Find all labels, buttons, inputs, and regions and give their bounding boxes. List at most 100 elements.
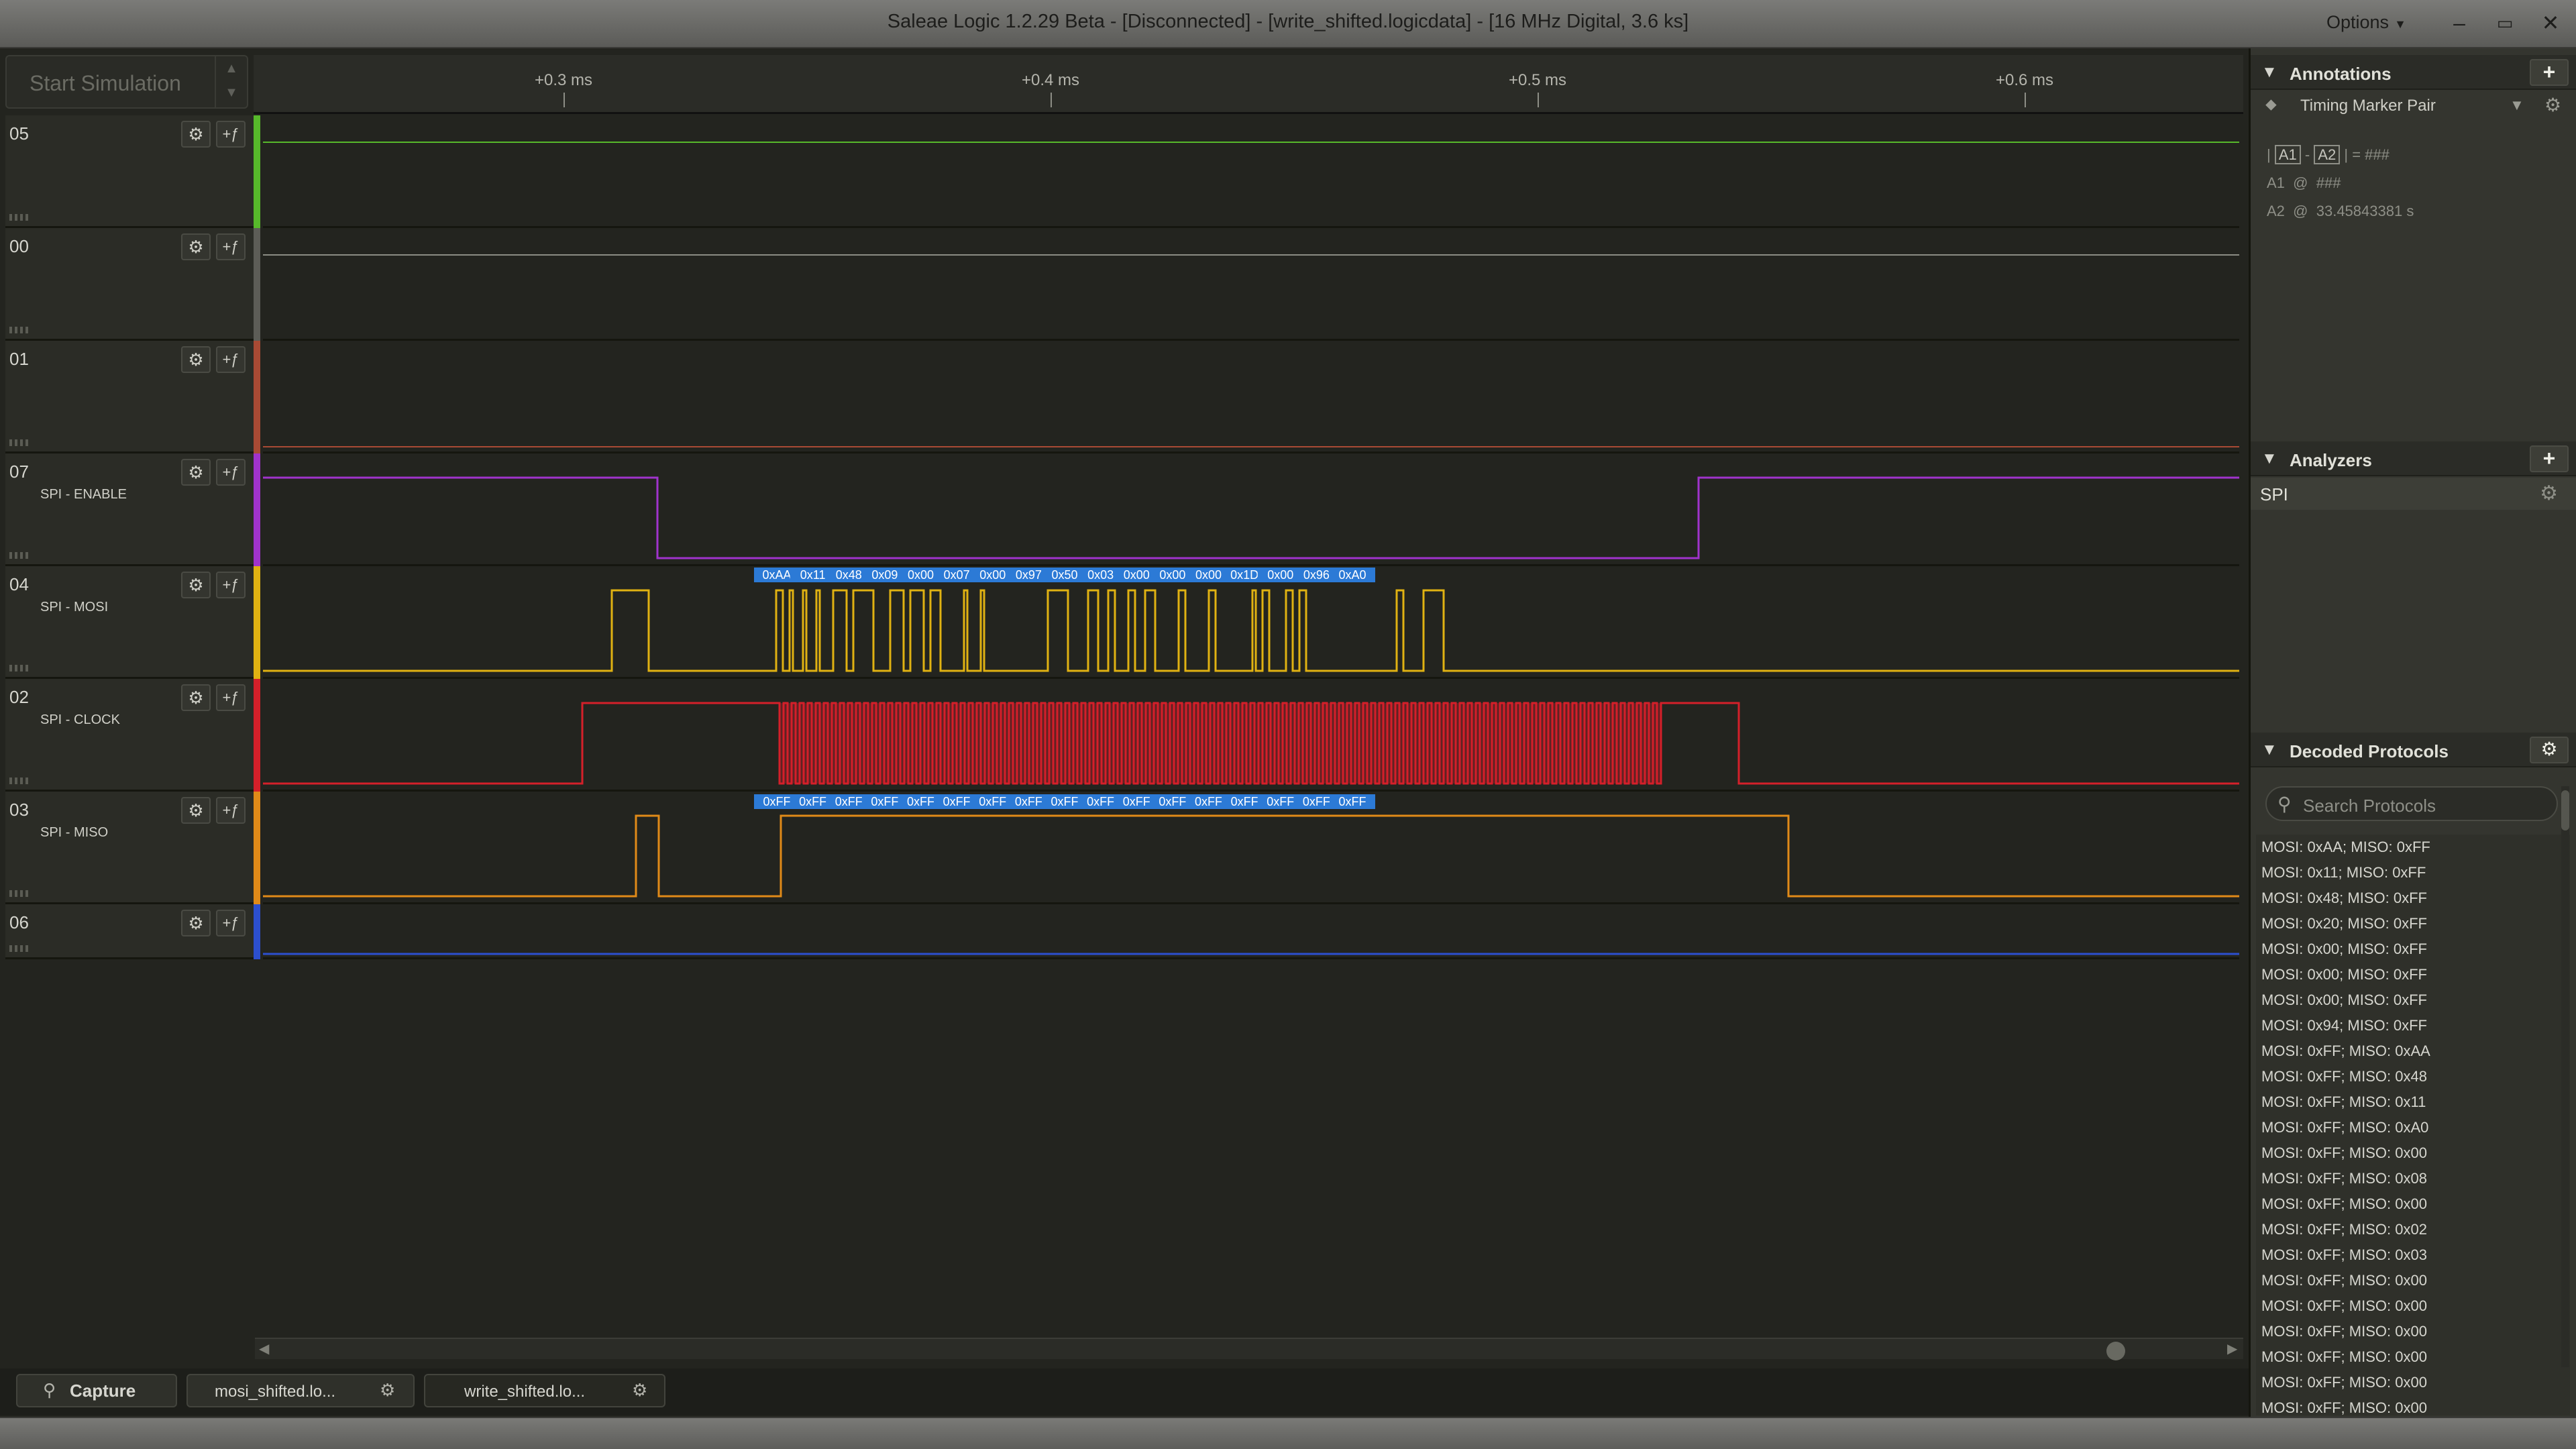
- search-protocols-input[interactable]: ⚲ Search Protocols: [2265, 786, 2558, 821]
- drag-handle-icon[interactable]: [9, 665, 30, 672]
- drag-handle-icon[interactable]: [9, 890, 30, 897]
- add-analyzer-icon[interactable]: +ƒ: [216, 797, 246, 824]
- channel-waveform[interactable]: [263, 228, 2239, 341]
- drag-handle-icon[interactable]: [9, 327, 30, 333]
- channel-label-panel[interactable]: 02 SPI - CLOCK ⚙ +ƒ: [5, 679, 254, 792]
- collapse-icon[interactable]: ▼: [2261, 63, 2277, 82]
- time-ruler[interactable]: +0.3 ms +0.4 ms +0.5 ms +0.6 ms: [254, 55, 2243, 114]
- channel-waveform[interactable]: 0xAA 0x11 0x48 0x09 0x00 0x07 0x00 0x97 0x50 0x03…: [263, 566, 2239, 679]
- scroll-thumb[interactable]: [2561, 790, 2569, 830]
- decoded-protocol-list[interactable]: MOSI: 0xAA; MISO: 0xFF MOSI: 0x11; MISO: …: [2256, 835, 2570, 1415]
- decoded-protocol-item[interactable]: MOSI: 0xFF; MISO: 0xA0: [2256, 1115, 2570, 1140]
- decoded-protocol-item[interactable]: MOSI: 0xFF; MISO: 0x00: [2256, 1293, 2570, 1319]
- add-analyzer-icon[interactable]: +ƒ: [216, 346, 246, 373]
- add-analyzer-icon[interactable]: +ƒ: [216, 459, 246, 486]
- channel-label-panel[interactable]: 01 ⚙ +ƒ: [5, 341, 254, 453]
- timing-marker-row[interactable]: ⬥ Timing Marker Pair ▼ ⚙: [2257, 93, 2573, 119]
- decoded-protocol-item[interactable]: MOSI: 0x94; MISO: 0xFF: [2256, 1013, 2570, 1038]
- channel-label-panel[interactable]: 07 SPI - ENABLE ⚙ +ƒ: [5, 453, 254, 566]
- drag-handle-icon[interactable]: [9, 777, 30, 784]
- channel-label-panel[interactable]: 04 SPI - MOSI ⚙ +ƒ: [5, 566, 254, 679]
- channel-label-panel[interactable]: 03 SPI - MISO ⚙ +ƒ: [5, 792, 254, 904]
- channel-waveform[interactable]: [263, 341, 2239, 453]
- channel-label-panel[interactable]: 00 ⚙ +ƒ: [5, 228, 254, 341]
- decoded-protocol-item[interactable]: MOSI: 0xFF; MISO: 0x00: [2256, 1319, 2570, 1344]
- decoded-protocol-item[interactable]: MOSI: 0x00; MISO: 0xFF: [2256, 987, 2570, 1013]
- decoded-protocol-item[interactable]: MOSI: 0xFF; MISO: 0x08: [2256, 1166, 2570, 1191]
- analyzer-item-spi[interactable]: SPI ⚙: [2251, 478, 2576, 510]
- channel-waveform[interactable]: [263, 679, 2239, 792]
- decoded-protocol-item[interactable]: MOSI: 0xFF; MISO: 0x00: [2256, 1344, 2570, 1370]
- decoded-protocol-item[interactable]: MOSI: 0xFF; MISO: 0xAA: [2256, 1038, 2570, 1064]
- decoded-protocol-item[interactable]: MOSI: 0xAA; MISO: 0xFF: [2256, 835, 2570, 860]
- channel-name[interactable]: SPI - MISO: [40, 825, 108, 841]
- drag-handle-icon[interactable]: [9, 214, 30, 221]
- decoded-protocol-item[interactable]: MOSI: 0xFF; MISO: 0x48: [2256, 1064, 2570, 1089]
- gear-icon[interactable]: ⚙: [181, 910, 211, 936]
- decoded-protocol-item[interactable]: MOSI: 0xFF; MISO: 0x00: [2256, 1268, 2570, 1293]
- decoded-protocol-item[interactable]: MOSI: 0x00; MISO: 0xFF: [2256, 936, 2570, 962]
- gear-icon[interactable]: ⚙: [181, 684, 211, 711]
- gear-icon[interactable]: ⚙: [2544, 94, 2561, 116]
- decoded-list-scrollbar[interactable]: [2561, 786, 2569, 1367]
- channel-name[interactable]: SPI - MOSI: [40, 600, 108, 615]
- channel-name[interactable]: SPI - ENABLE: [40, 487, 127, 502]
- decoded-protocol-item[interactable]: MOSI: 0xFF; MISO: 0x00: [2256, 1395, 2570, 1415]
- mosi-byte-label[interactable]: 0xA0: [1330, 568, 1375, 582]
- collapse-icon[interactable]: ▼: [2261, 449, 2277, 468]
- drag-handle-icon[interactable]: [9, 552, 30, 559]
- channel-waveform[interactable]: 0xFF 0xFF 0xFF 0xFF 0xFF 0xFF 0xFF 0xFF 0xFF 0xFF…: [263, 792, 2239, 904]
- minimize-button[interactable]: –: [2442, 5, 2477, 40]
- decoded-protocol-item[interactable]: MOSI: 0xFF; MISO: 0x02: [2256, 1217, 2570, 1242]
- drag-handle-icon[interactable]: [9, 945, 30, 952]
- decoded-protocol-item[interactable]: MOSI: 0x00; MISO: 0xFF: [2256, 962, 2570, 987]
- scroll-thumb[interactable]: [2106, 1342, 2125, 1360]
- drag-handle-icon[interactable]: [9, 439, 30, 446]
- tab-file-1[interactable]: mosi_shifted.lo... ⚙: [186, 1374, 415, 1407]
- gear-icon[interactable]: ⚙: [181, 346, 211, 373]
- add-analyzer-icon[interactable]: +ƒ: [216, 910, 246, 936]
- close-button[interactable]: ✕: [2533, 5, 2568, 40]
- scroll-right-icon[interactable]: ▶: [2227, 1340, 2237, 1357]
- add-analyzer-icon[interactable]: +ƒ: [216, 233, 246, 260]
- add-analyzer-icon[interactable]: +ƒ: [216, 684, 246, 711]
- decoded-protocol-item[interactable]: MOSI: 0xFF; MISO: 0x00: [2256, 1191, 2570, 1217]
- decoded-protocol-item[interactable]: MOSI: 0x48; MISO: 0xFF: [2256, 885, 2570, 911]
- decoded-protocols-header[interactable]: ▼ Decoded Protocols ⚙: [2251, 733, 2576, 767]
- gear-icon[interactable]: ⚙: [181, 797, 211, 824]
- annotations-header[interactable]: ▼ Annotations +: [2251, 55, 2576, 90]
- tab-capture[interactable]: ⚲ Capture: [16, 1374, 177, 1407]
- simulation-spinner[interactable]: ▲ ▼: [215, 56, 247, 107]
- add-annotation-button[interactable]: +: [2530, 59, 2569, 86]
- decoded-protocol-item[interactable]: MOSI: 0xFF; MISO: 0x11: [2256, 1089, 2570, 1115]
- decoded-protocol-item[interactable]: MOSI: 0x11; MISO: 0xFF: [2256, 860, 2570, 885]
- decoded-protocol-item[interactable]: MOSI: 0xFF; MISO: 0x03: [2256, 1242, 2570, 1268]
- channel-waveform[interactable]: [263, 453, 2239, 566]
- options-menu[interactable]: Options ▼: [2326, 12, 2406, 33]
- channel-name[interactable]: SPI - CLOCK: [40, 712, 120, 728]
- channel-waveform[interactable]: [263, 904, 2239, 959]
- decoded-protocol-item[interactable]: MOSI: 0x20; MISO: 0xFF: [2256, 911, 2570, 936]
- gear-icon[interactable]: ⚙: [181, 459, 211, 486]
- restore-button[interactable]: ▭: [2487, 5, 2522, 40]
- horizontal-scrollbar[interactable]: ◀ ▶: [255, 1338, 2243, 1360]
- tab-file-2[interactable]: write_shifted.lo... ⚙: [424, 1374, 665, 1407]
- add-analyzer-icon[interactable]: +ƒ: [216, 572, 246, 598]
- gear-icon[interactable]: ⚙: [2540, 482, 2558, 505]
- collapse-icon[interactable]: ▼: [2261, 741, 2277, 759]
- gear-icon[interactable]: ⚙: [181, 572, 211, 598]
- channel-label-panel[interactable]: 05 ⚙ +ƒ: [5, 115, 254, 228]
- miso-byte-label[interactable]: 0xFF: [1330, 794, 1375, 809]
- chevron-down-icon[interactable]: ▼: [2510, 97, 2524, 114]
- channel-waveform[interactable]: [263, 115, 2239, 228]
- gear-icon[interactable]: ⚙: [632, 1375, 647, 1405]
- decoded-protocol-item[interactable]: MOSI: 0xFF; MISO: 0x00: [2256, 1140, 2570, 1166]
- decoded-protocol-item[interactable]: MOSI: 0xFF; MISO: 0x00: [2256, 1370, 2570, 1395]
- start-simulation-button[interactable]: Start Simulation ▲ ▼: [5, 55, 248, 109]
- scroll-left-icon[interactable]: ◀: [259, 1340, 269, 1357]
- gear-icon[interactable]: ⚙: [380, 1375, 395, 1405]
- channel-label-panel[interactable]: 06 ⚙ +ƒ: [5, 904, 254, 959]
- gear-icon[interactable]: ⚙: [2530, 737, 2569, 763]
- analyzers-header[interactable]: ▼ Analyzers +: [2251, 441, 2576, 476]
- add-analyzer-button[interactable]: +: [2530, 445, 2569, 472]
